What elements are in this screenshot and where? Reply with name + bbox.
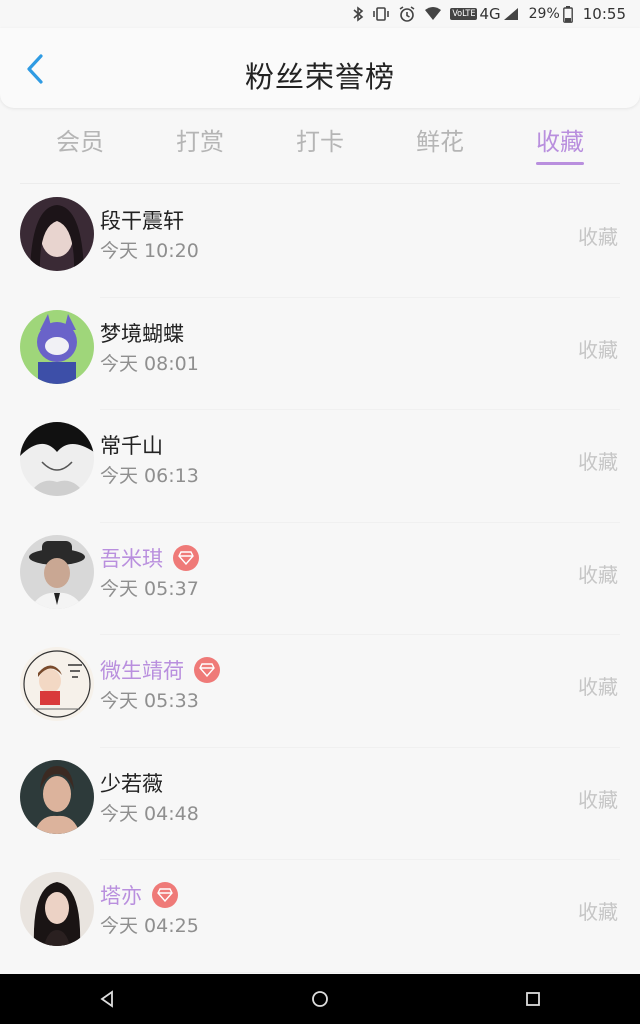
- nav-home-button[interactable]: [290, 974, 350, 1024]
- tab-flowers[interactable]: 鲜花: [380, 108, 500, 183]
- status-time: 10:55: [582, 5, 626, 23]
- bluetooth-icon: [352, 6, 364, 22]
- action-label: 收藏: [578, 562, 618, 587]
- action-label: 收藏: [578, 675, 618, 699]
- avatar[interactable]: [20, 647, 94, 721]
- status-bar: VoLTE 4G 29% 10:55: [0, 0, 640, 28]
- fan-time: 今天 08:01: [100, 352, 199, 375]
- list-item[interactable]: 少若薇 今天 04:48 收藏: [0, 748, 640, 861]
- tab-member[interactable]: 会员: [20, 108, 140, 183]
- signal-icon: [503, 7, 519, 21]
- nav-back-button[interactable]: [77, 974, 137, 1024]
- triangle-back-icon: [100, 990, 113, 1008]
- battery-percent: 29%: [528, 6, 560, 22]
- fan-time: 今天 04:48: [100, 802, 199, 825]
- avatar[interactable]: [20, 309, 94, 384]
- nav-recents-button[interactable]: [503, 974, 563, 1024]
- circle-home-icon: [312, 991, 328, 1007]
- fan-name: 吾米琪: [100, 543, 199, 573]
- list-item[interactable]: 段干震轩 今天 10:20 收藏: [0, 185, 640, 298]
- action-label: 收藏: [578, 900, 618, 924]
- avatar[interactable]: [20, 534, 94, 609]
- fan-name: 微生靖荷: [100, 655, 220, 685]
- avatar[interactable]: [20, 759, 94, 834]
- diamond-icon: [173, 544, 199, 571]
- tab-checkin[interactable]: 打卡: [260, 108, 380, 183]
- list-item[interactable]: 梦境蝴蝶 今天 08:01 收藏: [0, 298, 640, 411]
- volte-badge: VoLTE: [450, 8, 478, 20]
- header-bar: 粉丝荣誉榜: [0, 28, 640, 108]
- tab-favorites[interactable]: 收藏: [500, 108, 620, 183]
- square-recents-icon: [526, 992, 541, 1006]
- vibrate-icon: [372, 6, 390, 22]
- avatar[interactable]: [20, 422, 94, 496]
- list-item[interactable]: 微生靖荷 今天 05:33 收藏: [0, 635, 640, 748]
- fan-name: 常千山: [100, 434, 163, 458]
- tab-tip[interactable]: 打赏: [140, 108, 260, 183]
- wifi-icon: [424, 7, 442, 21]
- action-label: 收藏: [578, 450, 618, 474]
- action-label: 收藏: [578, 787, 618, 812]
- fan-name: 梦境蝴蝶: [100, 321, 184, 346]
- system-nav-bar: [0, 974, 640, 1024]
- fan-name: 塔亦: [100, 880, 178, 910]
- diamond-icon: [152, 882, 178, 908]
- fan-time: 今天 06:13: [100, 465, 199, 487]
- action-label: 收藏: [578, 225, 618, 249]
- avatar[interactable]: [20, 872, 94, 946]
- page-title: 粉丝荣誉榜: [244, 60, 395, 94]
- avatar[interactable]: [20, 197, 94, 271]
- fan-time: 今天 05:37: [100, 577, 199, 600]
- fan-time: 今天 05:33: [100, 690, 199, 712]
- alarm-icon: [398, 5, 416, 23]
- fan-time: 今天 04:25: [100, 915, 199, 937]
- fan-time: 今天 10:20: [100, 240, 199, 262]
- action-label: 收藏: [578, 337, 618, 362]
- tab-bar: 会员 打赏 打卡 鲜花 收藏: [20, 108, 620, 184]
- diamond-icon: [194, 657, 220, 683]
- battery-icon: [562, 5, 573, 23]
- list-item[interactable]: 常千山 今天 06:13 收藏: [0, 410, 640, 523]
- list-item[interactable]: 吾米琪 今天 05:37 收藏: [0, 523, 640, 636]
- network-type: 4G: [479, 5, 501, 23]
- list-item[interactable]: 塔亦 今天 04:25 收藏: [0, 860, 640, 973]
- fan-name: 段干震轩: [100, 209, 184, 233]
- fan-list: 段干震轩 今天 10:20 收藏 梦境蝴蝶 今天 08:01 收藏 常千山 今天…: [0, 185, 640, 973]
- fan-name: 少若薇: [100, 771, 163, 796]
